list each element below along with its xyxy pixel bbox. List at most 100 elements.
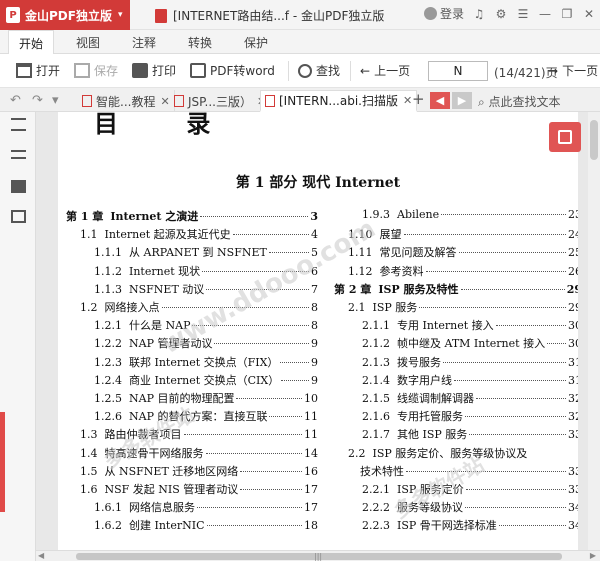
toc-entry[interactable]: 1.2.4 商业 Internet 交换点（CIX） 9 <box>94 372 318 390</box>
pdf-file-icon <box>82 95 92 107</box>
page-number-input[interactable]: N <box>428 61 488 81</box>
print-button[interactable]: 打印 <box>132 62 176 79</box>
doc-tab-1[interactable]: 智能...教程 ✕ <box>78 90 175 112</box>
leader-dots <box>232 234 309 236</box>
close-icon[interactable]: ✕ <box>160 95 169 108</box>
toc-number: 2.2 <box>348 446 366 460</box>
find-button[interactable]: 查找 <box>298 62 340 79</box>
toc-entry[interactable]: 2.1.1 专用 Internet 接入 30 <box>362 317 578 335</box>
scroll-right-icon[interactable]: ▶ <box>590 551 596 560</box>
toc-entry[interactable]: 1.1 Internet 起源及其近代史 4 <box>80 226 318 244</box>
toc-entry[interactable]: 1.10展望24 <box>348 226 578 244</box>
toc-number: 1.2.4 <box>94 373 122 387</box>
text-search-field[interactable]: ⌕ 点此查找文本 <box>478 93 561 110</box>
toc-page-number: 7 <box>311 282 318 296</box>
toc-entry[interactable]: 1.2.6 NAP 的替代方案：直接互联 11 <box>94 408 318 426</box>
undo-icon[interactable]: ↶ <box>10 93 21 108</box>
toc-page-number: 33 <box>568 483 578 496</box>
toc-title: 创建 InterNIC <box>129 519 205 533</box>
toc-entry[interactable]: 1.6.2 创建 InterNIC 18 <box>94 517 318 535</box>
scroll-left-icon[interactable]: ◀ <box>38 551 44 560</box>
tab-scroll-left-icon[interactable]: ◀ <box>430 92 450 109</box>
leader-dots <box>465 507 566 509</box>
tab-view[interactable]: 视图 <box>76 34 100 51</box>
toc-entry[interactable]: 2.1 ISP 服务 29 <box>348 299 578 317</box>
new-tab-icon[interactable]: + <box>412 90 425 108</box>
convert-float-button[interactable] <box>549 122 581 152</box>
next-page-button[interactable]: → 下一页 <box>548 62 598 79</box>
toc-entry[interactable]: 2.2.3 ISP 骨干网选择标准 34 <box>362 517 578 535</box>
toc-number: 1.6.1 <box>94 501 122 515</box>
toc-entry[interactable]: 1.6.1 网络信息服务 17 <box>94 499 318 517</box>
skin-icon[interactable]: ♫ <box>472 7 486 21</box>
horizontal-scrollbar[interactable]: ◀ ||| ▶ <box>36 550 600 561</box>
sidebar-expand-handle[interactable] <box>0 412 5 512</box>
collapse-icon[interactable] <box>11 118 26 131</box>
toc-number: 1.2.1 <box>94 319 122 333</box>
open-button[interactable]: 打开 <box>16 62 60 79</box>
thumbnails-icon[interactable] <box>11 180 26 193</box>
toolbar: 打开 保存 打印 PDF转word 查找 ← 上一页 N (14/421)页 → 下… <box>0 54 600 88</box>
toc-entry[interactable]: 2.1.4 数字用户线 31 <box>362 372 578 390</box>
toc-title: 从 ARPANET 到 NSFNET <box>129 246 267 260</box>
dropdown-icon[interactable]: ▾ <box>52 93 59 108</box>
app-menu-button[interactable]: P 金山PDF独立版 ▾ <box>0 0 130 30</box>
vertical-scrollbar[interactable] <box>588 112 600 550</box>
tab-scroll-right-icon[interactable]: ▶ <box>452 92 472 109</box>
toc-entry[interactable]: 1.9.3Abilene23 <box>362 208 578 226</box>
login-button[interactable]: 登录 <box>423 5 464 22</box>
tab-start[interactable]: 开始 <box>8 30 55 55</box>
toc-entry[interactable]: 1.12 参考资料 26 <box>348 263 578 281</box>
bookmark-icon[interactable] <box>11 210 26 223</box>
toc-entry[interactable]: 1.2.5 NAP 目前的物理配置 10 <box>94 390 318 408</box>
close-icon[interactable]: ✕ <box>403 94 412 107</box>
pdf-to-word-button[interactable]: PDF转word <box>190 62 275 79</box>
toc-entry[interactable]: 第 2 章 ISP 服务及特性 29 <box>334 281 578 299</box>
toc-page-number: 8 <box>311 301 318 314</box>
toc-entry[interactable]: 2.1.2 帧中继及 ATM Internet 接入 30 <box>362 335 578 353</box>
redo-icon[interactable]: ↷ <box>32 93 43 108</box>
leader-dots <box>465 416 566 418</box>
divider <box>288 61 289 81</box>
toc-title: 数字用户线 <box>397 373 452 387</box>
toc-entry[interactable]: 1.11常见问题及解答25 <box>348 244 578 262</box>
toc-page-number: 14 <box>304 446 318 460</box>
left-sidebar <box>0 112 36 561</box>
toc-entry[interactable]: 2.1.3 拨号服务 31 <box>362 354 578 372</box>
toc-page-number: 31 <box>568 355 578 369</box>
scrollbar-thumb[interactable] <box>590 120 598 160</box>
toc-number: 1.2.2 <box>94 337 122 351</box>
minimize-icon[interactable]: — <box>538 7 552 21</box>
toc-entry[interactable]: 1.2.3 联邦 Internet 交换点（FIX） 9 <box>94 354 318 372</box>
toc-entry[interactable]: 1.6 NSF 发起 NIS 管理者动议 17 <box>80 481 318 499</box>
toc-number: 1.1.3 <box>94 282 122 296</box>
gear-icon[interactable]: ⚙ <box>494 7 508 21</box>
page-heading: 目 录 <box>94 112 241 138</box>
outline-icon[interactable] <box>11 150 26 159</box>
toc-number: 第 1 章 <box>66 210 104 223</box>
toc-entry[interactable]: 2.1.6 专用托管服务 32 <box>362 408 578 426</box>
toc-page-number: 33 <box>568 428 578 442</box>
toc-number: 1.1.1 <box>94 246 122 260</box>
leader-dots <box>425 270 566 272</box>
tab-convert[interactable]: 转换 <box>188 34 212 51</box>
arrow-right-icon: → <box>548 63 559 78</box>
toc-entry[interactable]: 2.1.7 其他 ISP 服务 33 <box>362 426 578 444</box>
close-icon[interactable]: ✕ <box>582 7 596 21</box>
restore-icon[interactable]: ❐ <box>560 7 574 21</box>
leader-dots <box>205 452 302 454</box>
save-button[interactable]: 保存 <box>74 62 118 79</box>
prev-page-button[interactable]: ← 上一页 <box>360 62 410 79</box>
menu-icon[interactable]: ☰ <box>516 7 530 21</box>
toc-page-number: 10 <box>304 392 318 405</box>
toc-title: NSF 发起 NIS 管理者动议 <box>104 483 239 496</box>
tab-annotate[interactable]: 注释 <box>132 34 156 51</box>
toc-title: ISP 骨干网选择标准 <box>397 519 497 533</box>
tab-protect[interactable]: 保护 <box>244 34 268 51</box>
doc-tab-3[interactable]: [INTERN...abi.扫描版 ✕ <box>260 90 418 112</box>
toc-entry[interactable]: 2.1.5 线缆调制解调器 32 <box>362 390 578 408</box>
doc-tab-2[interactable]: JSP...三版）✕ <box>170 90 272 112</box>
leader-dots <box>214 343 309 345</box>
toc-entry[interactable]: 第 1 章 Internet 之演进 3 <box>66 208 318 226</box>
toc-page-number: 24 <box>568 228 578 242</box>
